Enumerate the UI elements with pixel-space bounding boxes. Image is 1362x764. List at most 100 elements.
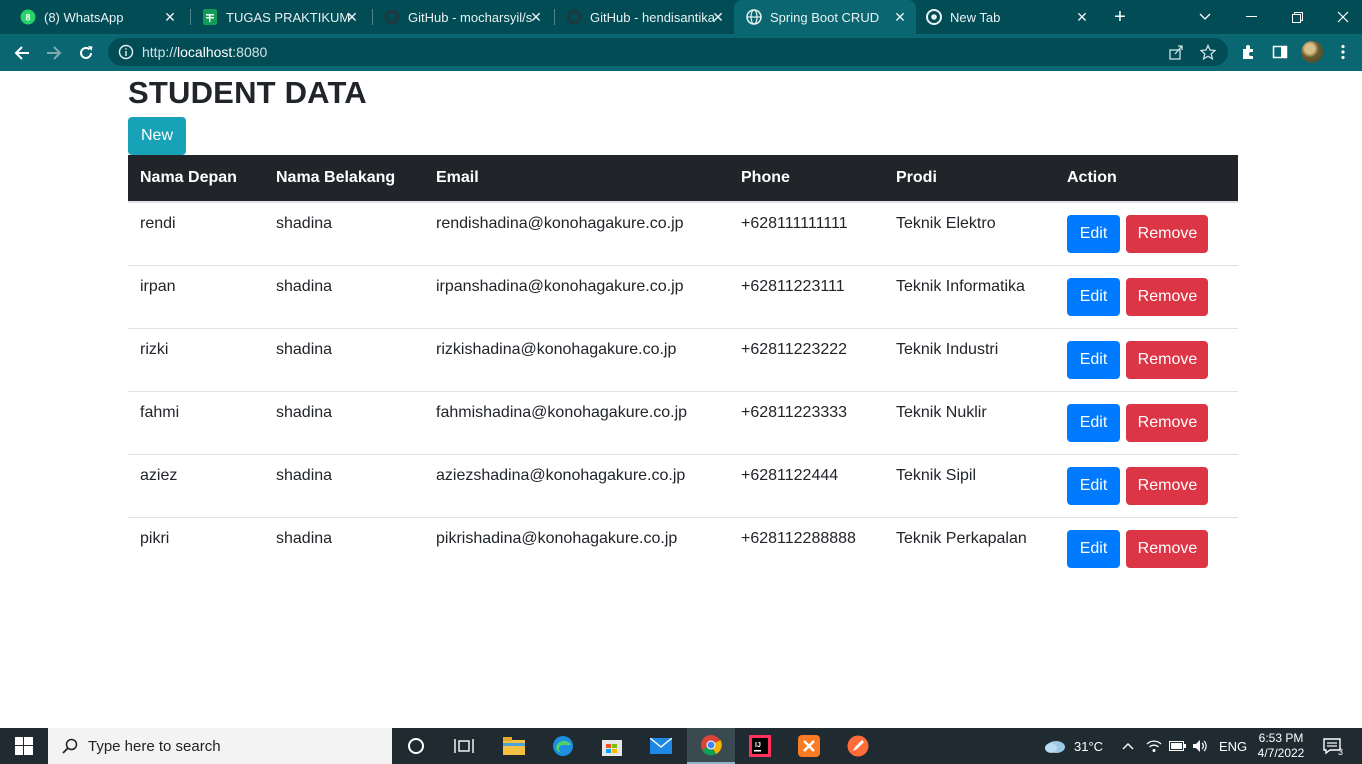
github-icon (566, 9, 582, 25)
reload-button[interactable] (72, 39, 100, 67)
extensions-icon[interactable] (1238, 42, 1258, 62)
file-explorer-icon[interactable] (490, 728, 538, 764)
tab-github-mocharsyil[interactable]: GitHub - mocharsyil/s ✕ (364, 0, 552, 34)
column-header-nama-depan: Nama Depan (140, 169, 237, 186)
back-button[interactable] (8, 39, 36, 67)
microsoft-store-icon[interactable] (588, 728, 636, 764)
bookmark-star-icon[interactable] (1199, 43, 1217, 61)
close-window-button[interactable] (1320, 0, 1362, 34)
url-port: :8080 (232, 44, 268, 60)
url-text: http://localhost:8080 (142, 44, 267, 60)
start-button[interactable] (0, 728, 48, 764)
tab-github-hendisantika[interactable]: GitHub - hendisantika ✕ (546, 0, 734, 34)
menu-kebab-icon[interactable] (1333, 42, 1353, 62)
edit-button[interactable]: Edit (1067, 340, 1120, 379)
cell-actions: Edit Remove (1055, 264, 1238, 328)
tab-title: GitHub - hendisantika (590, 9, 716, 25)
browser-tab-strip: 8 (8) WhatsApp ✕ TUGAS PRAKTIKUM PI ✕ Gi… (0, 0, 1362, 34)
tab-spring-boot-crud[interactable]: Spring Boot CRUD ✕ (734, 0, 916, 34)
profile-avatar[interactable] (1301, 41, 1323, 63)
language-indicator[interactable]: ENG (1219, 728, 1247, 764)
cell-nama-depan: rendi (128, 201, 264, 265)
chrome-icon (926, 9, 942, 25)
clock-time: 6:53 PM (1258, 731, 1304, 745)
edit-button[interactable]: Edit (1067, 277, 1120, 316)
address-bar[interactable]: http://localhost:8080 (108, 38, 1228, 66)
close-tab-icon[interactable]: ✕ (1074, 9, 1090, 25)
side-panel-icon[interactable] (1270, 42, 1290, 62)
tab-search-icon[interactable] (1182, 0, 1228, 34)
remove-button[interactable]: Remove (1126, 277, 1209, 316)
restore-button[interactable] (1274, 0, 1320, 34)
tab-title: (8) WhatsApp (44, 9, 124, 25)
remove-button[interactable]: Remove (1126, 215, 1209, 253)
cell-phone: +628111111111 (729, 201, 884, 265)
cell-phone: +62811223333 (729, 390, 884, 454)
share-icon[interactable] (1168, 44, 1184, 60)
table-row: pikri shadina pikrishadina@konohagakure.… (128, 516, 1238, 580)
cell-nama-belakang: shadina (264, 516, 424, 580)
cell-prodi: Teknik Sipil (884, 453, 1055, 517)
weather-temperature: 31°C (1074, 738, 1104, 754)
tab-title: GitHub - mocharsyil/s (408, 9, 533, 25)
close-tab-icon[interactable]: ✕ (344, 9, 360, 25)
remove-button[interactable]: Remove (1126, 529, 1209, 568)
minimize-button[interactable] (1228, 0, 1274, 34)
close-tab-icon[interactable]: ✕ (892, 9, 908, 25)
cell-actions: Edit Remove (1055, 453, 1238, 517)
tab-whatsapp[interactable]: 8 (8) WhatsApp ✕ (0, 0, 186, 34)
cortana-icon[interactable] (392, 728, 440, 764)
chevron-up-icon[interactable] (1122, 728, 1134, 764)
url-host: localhost (177, 44, 233, 60)
task-view-icon[interactable] (440, 728, 488, 764)
wifi-icon[interactable] (1146, 728, 1162, 764)
cell-nama-depan: aziez (128, 453, 264, 517)
close-tab-icon[interactable]: ✕ (528, 9, 544, 25)
cell-email: rizkishadina@konohagakure.co.jp (424, 327, 729, 391)
column-header-email: Email (436, 169, 479, 186)
intellij-idea-icon[interactable]: IJ (736, 728, 784, 764)
close-tab-icon[interactable]: ✕ (710, 9, 726, 25)
volume-icon[interactable] (1192, 728, 1208, 764)
search-icon (62, 738, 78, 759)
svg-text:IJ: IJ (755, 742, 761, 749)
table-row: fahmi shadina fahmishadina@konohagakure.… (128, 390, 1238, 454)
remove-button[interactable]: Remove (1126, 466, 1209, 505)
notification-count: 3 (1338, 747, 1344, 757)
battery-icon[interactable] (1169, 728, 1187, 764)
mail-icon[interactable] (637, 728, 685, 764)
weather-widget[interactable]: 31°C (1044, 728, 1103, 764)
edit-button[interactable]: Edit (1067, 529, 1120, 568)
forward-button[interactable] (40, 39, 68, 67)
new-tab-button[interactable]: + (1108, 5, 1132, 29)
taskbar-search-input[interactable]: Type here to search (48, 728, 392, 764)
cell-phone: +62811223222 (729, 327, 884, 391)
taskbar-clock[interactable]: 6:53 PM 4/7/2022 (1256, 731, 1306, 761)
tab-tugas-praktikum[interactable]: TUGAS PRAKTIKUM PI ✕ (182, 0, 368, 34)
globe-icon (746, 9, 762, 25)
cell-email: aziezshadina@konohagakure.co.jp (424, 453, 729, 517)
sublime-pencil-icon[interactable] (834, 728, 882, 764)
svg-text:8: 8 (25, 13, 30, 23)
tab-new-tab[interactable]: New Tab ✕ (916, 0, 1098, 34)
chrome-taskbar-icon[interactable] (687, 728, 735, 764)
new-student-button[interactable]: New (128, 117, 186, 155)
site-info-icon[interactable] (118, 44, 134, 60)
remove-button[interactable]: Remove (1126, 340, 1209, 379)
cell-actions: Edit Remove (1055, 327, 1238, 391)
cell-nama-belakang: shadina (264, 327, 424, 391)
edit-button[interactable]: Edit (1067, 215, 1120, 253)
close-tab-icon[interactable]: ✕ (162, 9, 178, 25)
edit-button[interactable]: Edit (1067, 403, 1120, 442)
remove-button[interactable]: Remove (1126, 403, 1209, 442)
table-row: rendi shadina rendishadina@konohagakure.… (128, 201, 1238, 265)
tab-title: Spring Boot CRUD (770, 9, 880, 25)
table-header: Nama Depan Nama Belakang Email Phone Pro… (128, 155, 1238, 202)
edit-button[interactable]: Edit (1067, 466, 1120, 505)
edge-browser-icon[interactable] (539, 728, 587, 764)
language-text: ENG (1219, 738, 1248, 754)
xampp-icon[interactable] (785, 728, 833, 764)
tab-title: New Tab (950, 9, 1001, 25)
url-scheme: http:// (142, 44, 178, 60)
notification-center-icon[interactable]: 3 (1322, 728, 1343, 764)
